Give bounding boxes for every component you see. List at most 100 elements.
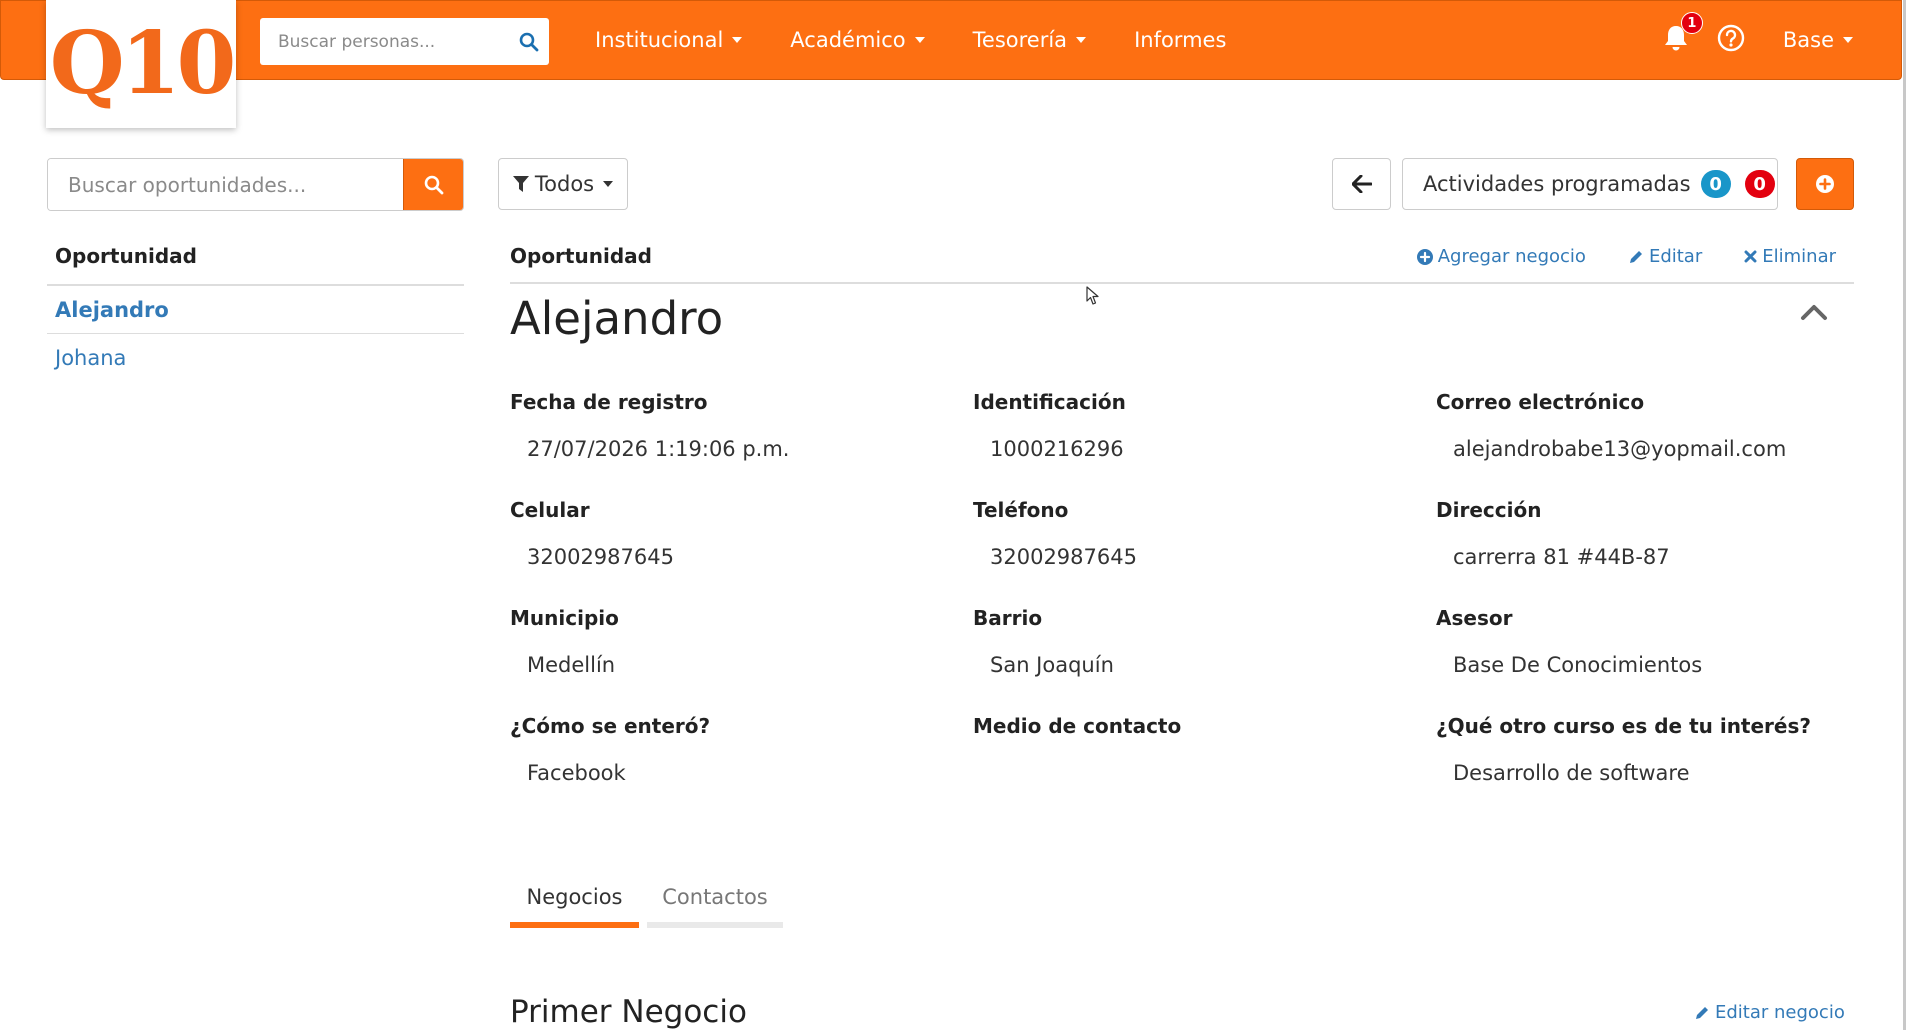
edit-label: Editar [1648, 246, 1703, 267]
field-label: Dirección [1436, 498, 1542, 522]
menu-academico-label: Académico [790, 28, 906, 52]
field-label: Celular [510, 498, 590, 522]
menu-institucional[interactable]: Institucional [595, 28, 743, 52]
menu-informes-label: Informes [1134, 28, 1227, 52]
field-how-found-out: ¿Cómo se enteró? Facebook [510, 714, 950, 791]
people-search-input[interactable] [260, 18, 509, 65]
field-label: Asesor [1436, 606, 1513, 630]
field-registration-date: Fecha de registro 27/07/2026 1:19:06 p.m… [510, 390, 950, 467]
field-other-course: ¿Qué otro curso es de tu interés? Desarr… [1436, 714, 1876, 791]
menu-tesoreria-label: Tesorería [972, 28, 1068, 52]
field-value: carrerra 81 #44B-87 [1453, 545, 1670, 569]
search-icon [424, 175, 443, 194]
plus-circle-icon [1816, 175, 1834, 193]
field-value: Desarrollo de software [1453, 761, 1690, 785]
tab-contactos[interactable]: Contactos [647, 872, 783, 928]
caret-down-icon [603, 181, 614, 187]
detail-tabs: Negocios Contactos [510, 872, 791, 928]
search-icon[interactable] [509, 32, 549, 52]
field-advisor: Asesor Base De Conocimientos [1436, 606, 1876, 683]
notifications-button[interactable]: 1 [1663, 12, 1703, 56]
edit-link[interactable]: Editar [1628, 246, 1702, 267]
field-value: alejandrobabe13@yopmail.com [1453, 437, 1787, 461]
field-label: Barrio [973, 606, 1043, 630]
caret-down-icon [1076, 37, 1087, 43]
delete-link[interactable]: Eliminar [1744, 246, 1836, 267]
field-address: Dirección carrerra 81 #44B-87 [1436, 498, 1876, 575]
notifications-badge: 1 [1680, 12, 1703, 34]
logo-text: Q10 [49, 13, 237, 114]
field-value: 32002987645 [527, 545, 674, 569]
menu-academico[interactable]: Académico [790, 28, 925, 52]
field-label: Teléfono [973, 498, 1069, 522]
field-value: Medellín [527, 653, 616, 677]
detail-header-title: Oportunidad [510, 244, 652, 268]
list-item-alejandro[interactable]: Alejandro [47, 286, 464, 334]
back-button[interactable] [1332, 158, 1391, 210]
filter-icon [512, 175, 529, 192]
pencil-icon [1696, 1006, 1708, 1019]
field-label: Correo electrónico [1436, 390, 1645, 414]
menu-institucional-label: Institucional [595, 28, 724, 52]
add-business-link[interactable]: Agregar negocio [1416, 246, 1586, 267]
field-value: 1000216296 [990, 437, 1124, 461]
opportunity-name: Alejandro [510, 292, 724, 345]
top-navbar: Institucional Académico Tesorería Inform… [0, 0, 1902, 80]
field-municipality: Municipio Medellín [510, 606, 950, 683]
menu-informes[interactable]: Informes [1134, 28, 1226, 52]
arrow-left-icon [1351, 175, 1372, 193]
edit-business-link[interactable]: Editar negocio [1694, 1002, 1845, 1023]
q10-logo[interactable]: Q10 [46, 0, 236, 128]
list-item-johana[interactable]: Johana [47, 334, 464, 382]
activities-count-badge: 0 [1700, 170, 1731, 198]
opportunity-search-input[interactable] [48, 159, 403, 210]
help-icon [1717, 24, 1745, 52]
close-icon [1744, 250, 1757, 263]
field-label: ¿Cómo se enteró? [510, 714, 711, 738]
scheduled-activities-label: Actividades programadas [1423, 172, 1691, 196]
filter-label: Todos [534, 172, 595, 196]
field-label: Medio de contacto [973, 714, 1182, 738]
people-search [260, 18, 549, 65]
opportunity-list-header: Oportunidad [47, 244, 464, 286]
user-menu[interactable]: Base [1783, 28, 1853, 52]
detail-actions: Agregar negocio Editar Eliminar [1375, 246, 1836, 267]
add-opportunity-button[interactable] [1796, 158, 1854, 210]
delete-label: Eliminar [1762, 246, 1836, 267]
opportunity-list: Alejandro Johana [47, 286, 464, 382]
edit-business-label: Editar negocio [1715, 1002, 1845, 1023]
detail-header: Oportunidad Agregar negocio Editar Elimi… [510, 244, 1854, 284]
opportunity-search-button[interactable] [403, 159, 463, 210]
filter-dropdown[interactable]: Todos [498, 158, 628, 210]
field-identification: Identificación 1000216296 [973, 390, 1413, 467]
field-neighborhood: Barrio San Joaquín [973, 606, 1413, 683]
main-menu: Institucional Académico Tesorería Inform… [595, 1, 1274, 79]
tab-negocios[interactable]: Negocios [510, 872, 639, 928]
caret-down-icon [914, 37, 925, 43]
activities-overdue-badge: 0 [1744, 170, 1775, 198]
chevron-up-icon [1801, 305, 1827, 320]
field-value: San Joaquín [990, 653, 1114, 677]
user-menu-label: Base [1782, 28, 1834, 52]
field-contact-medium: Medio de contacto [973, 714, 1413, 791]
help-button[interactable] [1717, 24, 1745, 56]
menu-tesoreria[interactable]: Tesorería [972, 28, 1087, 52]
pencil-icon [1629, 250, 1642, 263]
field-label: Municipio [510, 606, 619, 630]
collapse-button[interactable] [1800, 303, 1828, 325]
field-value: 27/07/2026 1:19:06 p.m. [527, 437, 790, 461]
plus-circle-icon [1416, 248, 1433, 265]
field-value: Facebook [527, 761, 626, 785]
scheduled-activities-button[interactable]: Actividades programadas 0 0 [1402, 158, 1778, 210]
mouse-cursor-icon [1086, 286, 1100, 310]
field-phone: Teléfono 32002987645 [973, 498, 1413, 575]
business-title: Primer Negocio [510, 994, 747, 1030]
field-label: Fecha de registro [510, 390, 708, 414]
field-label: ¿Qué otro curso es de tu interés? [1436, 714, 1811, 738]
field-value: Base De Conocimientos [1453, 653, 1703, 677]
field-value: 32002987645 [990, 545, 1137, 569]
field-mobile: Celular 32002987645 [510, 498, 950, 575]
opportunity-search [47, 158, 464, 211]
navbar-right: 1 Base [1663, 1, 1853, 79]
caret-down-icon [732, 37, 743, 43]
